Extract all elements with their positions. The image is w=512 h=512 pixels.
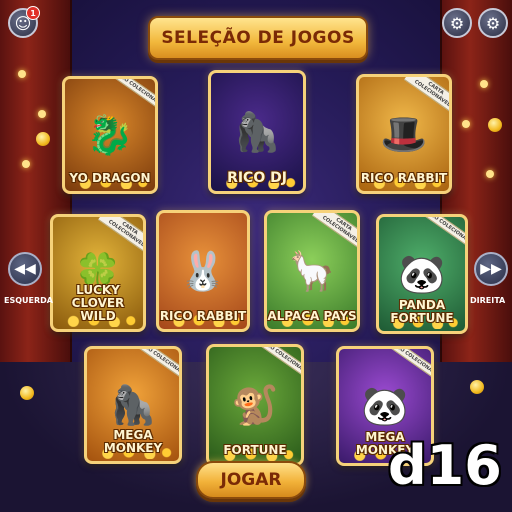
- stage-light: [480, 80, 488, 88]
- play-button[interactable]: JOGAR: [196, 461, 306, 499]
- settings-button[interactable]: ⚙: [442, 8, 472, 38]
- next-label: DIREITA: [470, 296, 506, 305]
- game-title: LUCKY CLOVER WILD: [71, 283, 125, 323]
- game-card-panda-fortune[interactable]: 🐼 JOGO COLECIONÁVEL PANDA FORTUNE: [376, 214, 468, 334]
- page-title-banner: SELEÇÃO DE JOGOS: [148, 16, 368, 60]
- next-button[interactable]: ▶▶: [474, 252, 508, 286]
- game-card-mega-monkey[interactable]: 🦍 JOGO COLECIONÁVEL MEGA MONKEY: [84, 346, 182, 464]
- gear-icon: ⚙: [485, 13, 501, 33]
- stage-light: [462, 120, 470, 128]
- stage-light: [22, 160, 30, 168]
- game-card-alpaca-pays[interactable]: 🦙 CARTA COLECIONÁVEL ALPACA PAYS: [264, 210, 360, 332]
- game-title: ALPACA PAYS: [267, 309, 357, 323]
- stage-light: [486, 170, 494, 178]
- game-title: PANDA FORTUNE: [390, 298, 454, 325]
- watermark-text: d16: [388, 434, 502, 497]
- options-button[interactable]: ⚙: [478, 8, 508, 38]
- coin-decoration: [36, 132, 50, 146]
- page-title: SELEÇÃO DE JOGOS: [161, 28, 355, 48]
- coin-decoration: [488, 118, 502, 132]
- coin-decoration: [20, 386, 34, 400]
- game-title: FORTUNE: [223, 443, 287, 457]
- game-title: YO DRAGON: [69, 171, 151, 185]
- game-card-rico-rabbit[interactable]: 🐰 RICO RABBIT: [156, 210, 250, 332]
- game-title: RICO RABBIT: [159, 309, 247, 323]
- notification-badge: 1: [26, 6, 40, 20]
- stage-light: [18, 70, 26, 78]
- previous-label: ESQUERDA: [4, 296, 53, 305]
- profile-button[interactable]: ☺ 1: [8, 6, 40, 38]
- stage-light: [38, 110, 46, 118]
- game-card-rico-dj[interactable]: 🦍 RICO DJ: [208, 70, 306, 194]
- game-title: RICO DJ: [227, 170, 287, 186]
- game-card-rico-rabbit-gentleman[interactable]: 🎩 CARTA COLECIONÁVEL RICO RABBIT: [356, 74, 452, 194]
- game-title: MEGA MONKEY: [103, 428, 163, 455]
- game-card-lucky-clover-wild[interactable]: 🍀 CARTA COLECIONÁVEL LUCKY CLOVER WILD: [50, 214, 146, 332]
- previous-button[interactable]: ◀◀: [8, 252, 42, 286]
- gear-icon: ⚙: [449, 13, 465, 33]
- rewind-icon: ◀◀: [14, 261, 36, 277]
- game-card-fortune[interactable]: 🐒 JOGO COLECIONÁVEL FORTUNE: [206, 344, 304, 466]
- game-title: RICO RABBIT: [360, 171, 448, 185]
- fast-forward-icon: ▶▶: [480, 261, 502, 277]
- coin-decoration: [470, 380, 484, 394]
- game-card-yo-dragon[interactable]: 🐉 JOGO COLECIONÁVEL YO DRAGON: [62, 76, 158, 194]
